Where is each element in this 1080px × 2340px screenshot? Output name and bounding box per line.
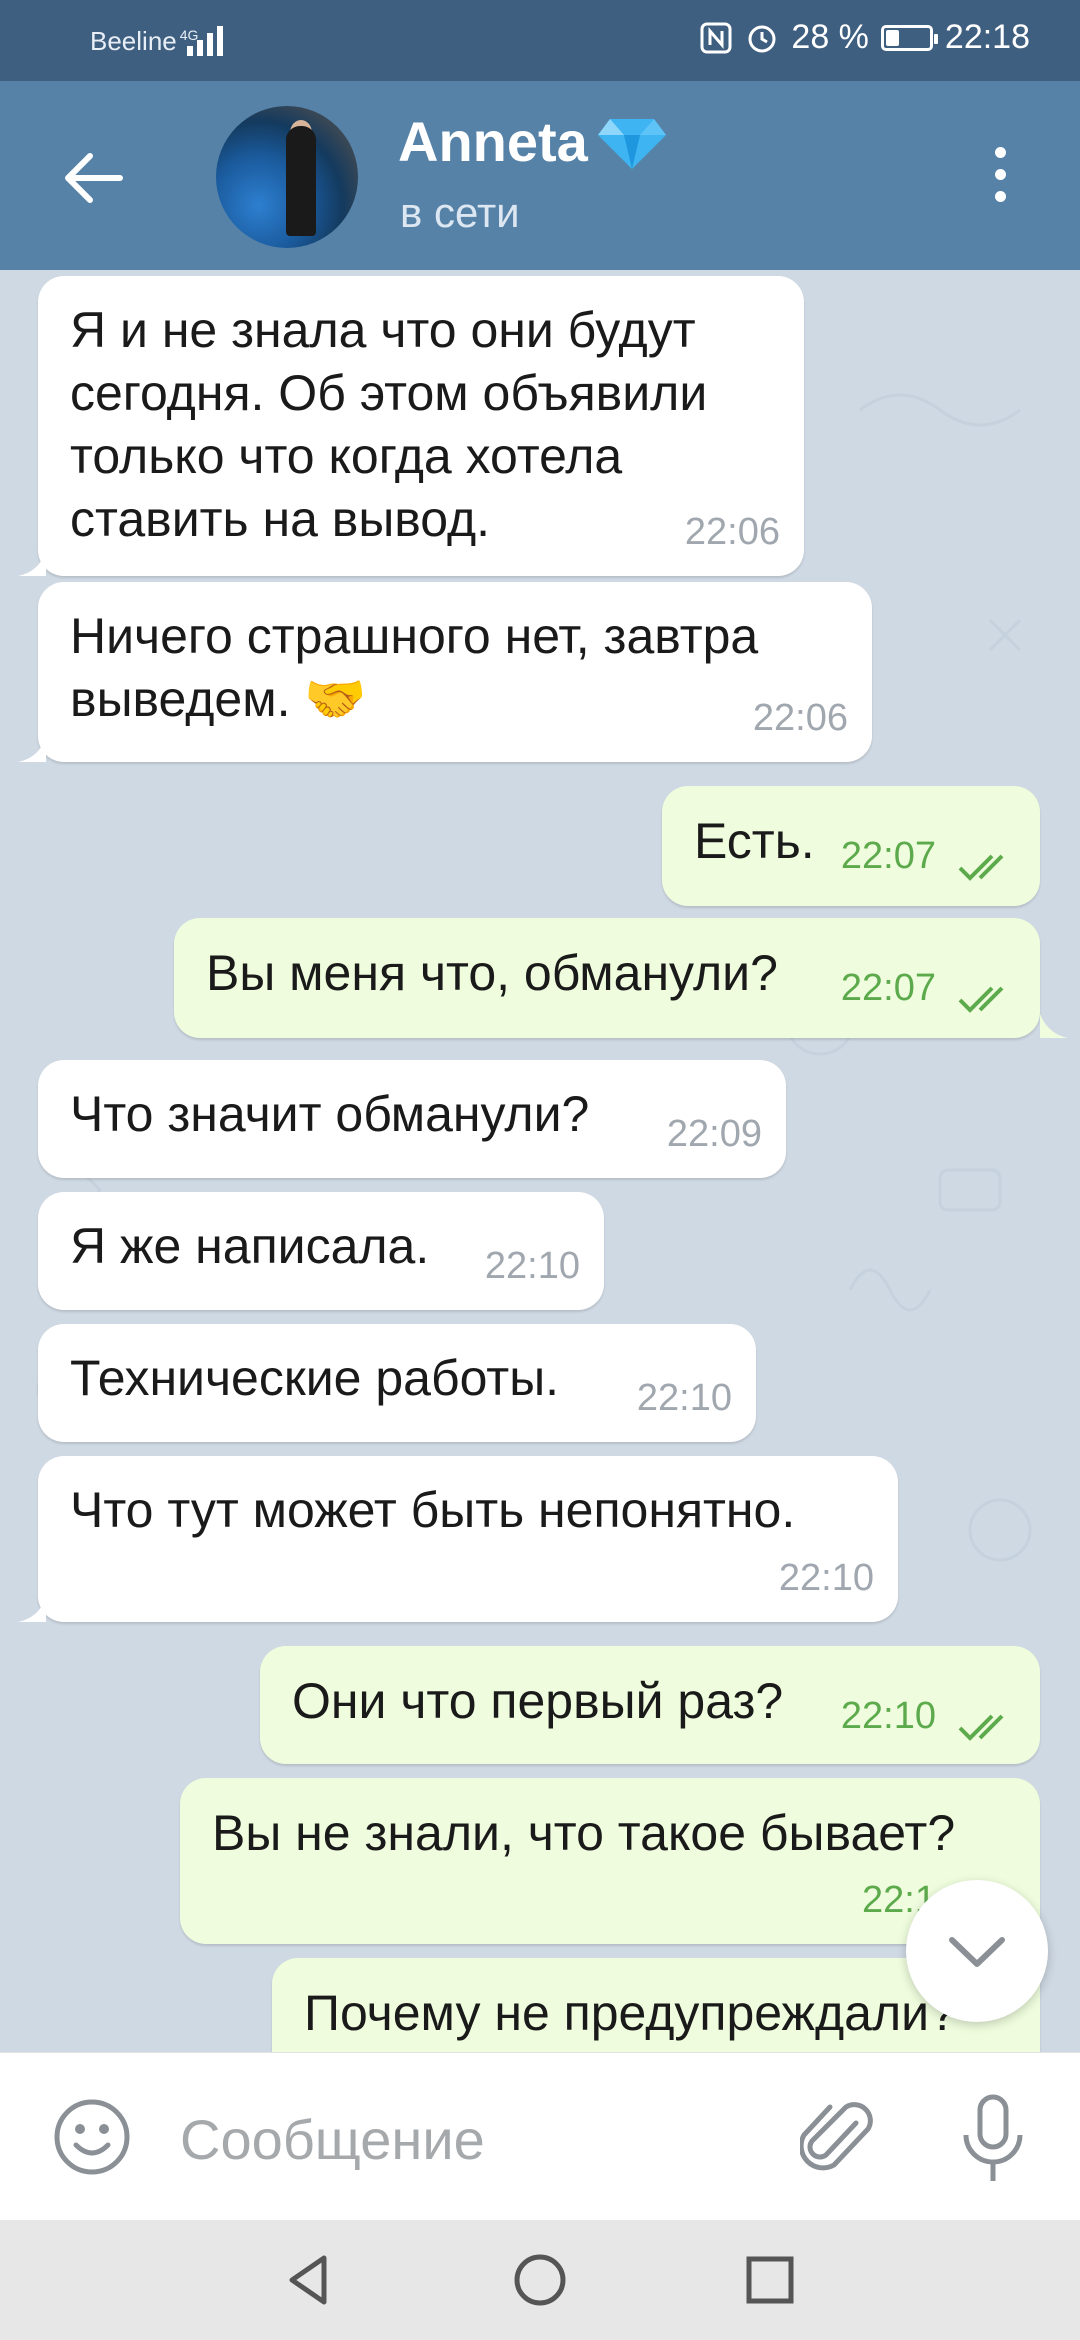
message-text: Я же написала.: [70, 1218, 430, 1274]
carrier-name: Beeline 4G: [90, 26, 198, 57]
message-time: 22:06: [752, 697, 848, 739]
signal-icon: [187, 26, 223, 56]
message-outgoing[interactable]: Есть. 22:07: [662, 786, 1040, 906]
message-outgoing[interactable]: Они что первый раз? 22:10: [260, 1646, 1040, 1764]
message-outgoing[interactable]: Вы меня что, обманули? 22:07: [174, 918, 1040, 1038]
message-text: Я и не знала что они будут сегодня. Об э…: [70, 302, 708, 547]
message-text: Они что первый раз?: [292, 1673, 784, 1729]
nav-home-icon[interactable]: [510, 2250, 570, 2310]
message-incoming[interactable]: Что тут может быть непонятно. 22:10: [38, 1456, 898, 1622]
message-time: 22:10: [778, 1557, 874, 1599]
paperclip-icon[interactable]: [800, 2093, 876, 2183]
diamond-icon: [598, 119, 666, 169]
message-incoming[interactable]: Технические работы. 22:10: [38, 1324, 756, 1442]
scroll-down-button[interactable]: [906, 1880, 1048, 2022]
chat-area[interactable]: Я и не знала что они будут сегодня. Об э…: [0, 270, 1080, 2052]
message-text: Что значит обманули?: [70, 1086, 590, 1142]
message-time: 22:06: [684, 511, 780, 553]
alarm-icon: [748, 25, 776, 52]
more-vertical-icon[interactable]: [982, 147, 1018, 211]
message-incoming[interactable]: Я же написала. 22:10: [38, 1192, 604, 1310]
message-text: Вы меня что, обманули?: [206, 945, 778, 1001]
read-checkmarks-icon: [958, 854, 1004, 881]
carrier-label: Beeline: [90, 26, 177, 56]
battery-percent: 28 %: [791, 18, 869, 56]
message-time: 22:07: [840, 835, 936, 877]
clock: 22:18: [944, 18, 1030, 56]
status-bar: Beeline 4G 28 % 22:18: [0, 0, 1080, 81]
system-nav-bar: [0, 2220, 1080, 2340]
read-checkmarks-icon: [958, 1714, 1004, 1741]
avatar[interactable]: [216, 106, 358, 248]
message-text: Вы не знали, что такое бывает?: [212, 1805, 956, 1861]
message-time: 22:09: [666, 1113, 762, 1155]
message-time: 22:10: [484, 1245, 580, 1287]
message-text: Есть.: [694, 813, 815, 869]
message-incoming[interactable]: Что значит обманули? 22:09: [38, 1060, 786, 1178]
message-text: Почему не предупреждали?: [304, 1985, 957, 2041]
microphone-icon[interactable]: [958, 2093, 1028, 2185]
read-checkmarks-icon: [958, 986, 1004, 1013]
message-incoming[interactable]: Я и не знала что они будут сегодня. Об э…: [38, 276, 804, 576]
nav-recent-apps-icon[interactable]: [740, 2250, 800, 2310]
chevron-down-icon: [949, 1937, 1005, 1967]
message-incoming[interactable]: Ничего страшного нет, завтра выведем. 🤝 …: [38, 582, 872, 762]
nfc-icon: [700, 22, 732, 53]
message-time: 22:10: [636, 1377, 732, 1419]
smile-icon[interactable]: [52, 2097, 132, 2177]
message-composer: [0, 2052, 1080, 2221]
message-time: 22:10: [840, 1695, 936, 1737]
message-input[interactable]: [178, 2093, 742, 2185]
contact-status: в сети: [400, 189, 520, 236]
message-text: Технические работы.: [70, 1350, 560, 1406]
chat-header: Anneta в сети: [0, 81, 1080, 270]
nav-back-icon[interactable]: [280, 2250, 340, 2310]
message-text: Ничего страшного нет, завтра выведем. 🤝: [70, 608, 759, 727]
contact-name[interactable]: Anneta: [398, 109, 588, 174]
arrow-left-icon[interactable]: [58, 143, 128, 213]
message-time: 22:07: [840, 967, 936, 1009]
message-text: Что тут может быть непонятно.: [70, 1482, 796, 1538]
battery-icon: [880, 24, 938, 51]
